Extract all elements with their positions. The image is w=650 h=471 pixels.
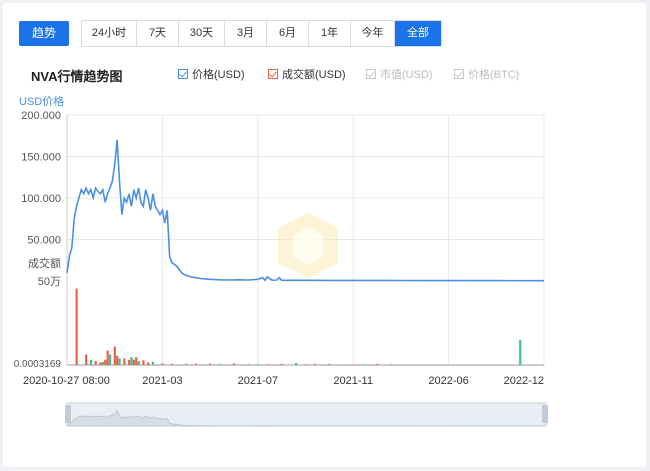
x-tick-0: 2020-10-27 08:00 [23, 375, 110, 387]
y-tick-0: 200.000 [21, 110, 61, 122]
x-tick-2: 2021-07 [238, 375, 278, 387]
volume-bar-12 [123, 358, 126, 365]
volume-bar-11 [118, 358, 121, 365]
volume-bar-17 [137, 361, 140, 365]
volume-bar-37 [352, 364, 355, 365]
y-tick-2: 100.000 [21, 193, 61, 205]
volume-bar-39 [376, 363, 379, 365]
volume-tick-1: 0.0003169 [14, 359, 62, 370]
watermark-logo-icon [278, 213, 338, 278]
y-ticks: 200.000 150.000 100.000 50.000 成交额 50万 0.00031… [14, 110, 62, 370]
volume-bar-2 [89, 359, 93, 365]
x-tick-4: 2022-06 [428, 375, 468, 387]
volume-bar-6 [104, 359, 107, 365]
volume-bar-27 [232, 363, 236, 365]
volume-bar-26 [218, 363, 221, 365]
volume-bar-5 [101, 361, 104, 365]
volume-bar-38 [361, 364, 364, 365]
volume-bar-1 [85, 354, 88, 365]
volume-bar-22 [170, 363, 174, 365]
chart-card: 趋势 24小时 7天 30天 3月 6月 1年 今年 全部 NVA行情趋势图 价格(USD) 成… [3, 3, 646, 467]
y-tick-1: 150.000 [21, 152, 61, 164]
volume-bar-24 [194, 363, 197, 365]
volume-bar-32 [294, 362, 298, 365]
volume-bar-25 [209, 363, 212, 365]
slider-left-handle[interactable] [65, 405, 71, 423]
volume-bar-14 [130, 357, 133, 365]
volume-bar-23 [185, 363, 188, 365]
volume-bar-7 [106, 350, 109, 365]
volume-bar-3 [94, 361, 97, 365]
x-tick-3: 2021-11 [333, 375, 373, 387]
volume-bar-34 [314, 363, 317, 365]
volume-bar-19 [147, 362, 150, 365]
volume-bar-21 [161, 363, 164, 365]
volume-bar-31 [280, 363, 283, 365]
y-tick-3: 50.000 [27, 235, 61, 247]
volume-bar-43 [423, 364, 426, 365]
volume-bars [75, 288, 536, 365]
volume-bar-20 [151, 361, 155, 365]
volume-bar-18 [142, 360, 145, 365]
volume-bar-33 [304, 364, 307, 365]
price-chart[interactable]: 200.000 150.000 100.000 50.000 成交额 50万 0.00031… [3, 3, 646, 467]
volume-label: 成交额 [28, 256, 61, 270]
volume-bar-30 [266, 364, 269, 365]
x-ticks: 2020-10-27 08:00 2021-03 2021-07 2021-11 202… [23, 375, 544, 387]
volume-bar-10 [116, 355, 119, 365]
x-tick-5: 2022-12 [504, 375, 544, 387]
volume-bar-16 [135, 357, 138, 365]
volume-tick-0: 50万 [38, 276, 61, 288]
volume-bar-8 [108, 354, 112, 365]
volume-bar-40 [390, 364, 393, 365]
volume-bar-15 [132, 359, 135, 365]
slider-right-handle[interactable] [542, 405, 548, 423]
volume-bar-29 [256, 364, 259, 365]
volume-bar-42 [409, 364, 412, 365]
volume-bar-36 [342, 364, 345, 365]
volume-bar-35 [328, 363, 331, 365]
volume-bar-4 [99, 362, 102, 365]
range-slider [65, 402, 548, 427]
volume-bar-41 [399, 364, 403, 365]
volume-bar-47 [519, 339, 522, 365]
volume-bar-0 [75, 288, 78, 365]
volume-bar-13 [128, 359, 131, 365]
volume-bar-9 [113, 346, 116, 365]
volume-bar-28 [247, 364, 250, 365]
x-tick-1: 2021-03 [142, 375, 182, 387]
